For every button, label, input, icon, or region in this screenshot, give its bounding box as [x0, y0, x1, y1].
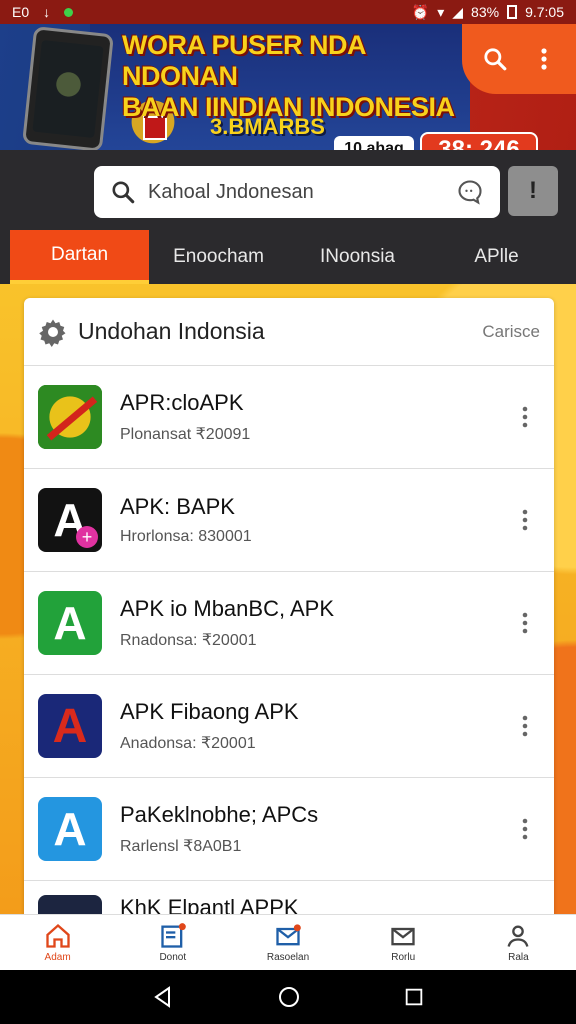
tab-inoonsia[interactable]: INoonsia [288, 230, 427, 284]
category-tabs: Dartan Enoocham INoonsia APlle [10, 230, 566, 284]
app-subtitle: Rnadonsa: ₹20001 [120, 632, 257, 649]
banner-brand: 3.BMARBS [210, 114, 325, 139]
nav-donot[interactable]: Donot [115, 915, 230, 970]
promo-banner[interactable]: WORA PUSER NDA NDONAN BAAN IINDIAN INDON… [0, 24, 576, 160]
nav-rorlu[interactable]: Rorlu [346, 915, 461, 970]
app-subtitle: Anadonsa: ₹20001 [120, 735, 256, 752]
search-bar[interactable] [94, 166, 500, 218]
status-left-text: E0 [12, 4, 30, 20]
overflow-menu-button[interactable] [524, 39, 564, 79]
more-options-button[interactable] [510, 714, 540, 738]
nav-label: Rasoelan [266, 952, 310, 963]
tab-label: APlle [474, 246, 519, 267]
tab-label: Enoocham [173, 246, 264, 267]
list-item[interactable]: APR:cloAPK Plonansat ₹20091 [24, 366, 554, 469]
more-options-button[interactable] [510, 817, 540, 841]
more-options-button[interactable] [510, 405, 540, 429]
more-options-button[interactable] [510, 611, 540, 635]
profile-icon [507, 925, 529, 947]
search-icon [112, 181, 135, 204]
app-subtitle: Hrorlonsa: 830001 [120, 528, 252, 545]
back-icon[interactable] [151, 985, 175, 1009]
more-vertical-icon [522, 406, 528, 428]
banner-title-line1: WORA PUSER NDA NDONAN [122, 30, 366, 91]
app-name: PaKeklnobhe; APCs [120, 802, 319, 827]
list-item[interactable]: A PaKeklnobhe; APCs Rarlensl ₹8A0B1 [24, 778, 554, 881]
app-name: APR:cloAPK [120, 390, 244, 415]
more-options-button[interactable] [510, 508, 540, 532]
section-gear-icon [39, 319, 66, 347]
app-subtitle: Plonansat ₹20091 [120, 426, 251, 443]
blue-a-icon: A [38, 797, 102, 861]
card-action-link[interactable]: Carisce [482, 322, 540, 342]
search-button[interactable] [475, 39, 515, 79]
card-title: Undohan Indonsia [78, 318, 265, 344]
search-icon [483, 48, 506, 71]
status-bar: E0 ↓ ⏰ ▾ ◢ 83% 9.7:05 [0, 0, 576, 24]
mail-icon [391, 927, 415, 946]
send-icon [276, 924, 301, 946]
notification-dot-icon [64, 7, 74, 17]
nav-label: Rorlu [391, 952, 416, 963]
nav-home[interactable]: Adam [0, 915, 115, 970]
red-a-icon: A [38, 694, 102, 758]
home-icon [45, 923, 70, 948]
header-actions [462, 24, 576, 94]
app-name: APK Fibaong APK [120, 699, 299, 724]
nav-label: Donot [159, 952, 187, 963]
phone-illustration [22, 26, 114, 152]
chat-bubble-icon[interactable] [456, 178, 484, 206]
wifi-icon: ▾ [437, 3, 445, 20]
tab-label: INoonsia [320, 246, 395, 267]
battery-percent: 83% [471, 4, 500, 20]
tab-enoocham[interactable]: Enoocham [149, 230, 288, 284]
tab-aplle[interactable]: APlle [427, 230, 566, 284]
arrow-down-icon: ↓ [43, 4, 51, 20]
app-name: APK io MbanBC, APK [120, 596, 334, 621]
tab-dartan[interactable]: Dartan [10, 230, 149, 284]
battery-icon [507, 5, 518, 19]
voice-button-label: ! [529, 177, 537, 204]
more-vertical-icon [522, 509, 528, 531]
nav-label: Adam [44, 952, 71, 963]
more-vertical-icon [540, 48, 547, 70]
tab-label: Dartan [50, 244, 109, 265]
more-vertical-icon [522, 612, 528, 634]
recents-icon[interactable] [403, 986, 425, 1008]
a-letter-icon: A + [38, 488, 102, 552]
system-navigation-bar [0, 970, 576, 1024]
app-list-card: Undohan Indonsia Carisce APR:cloAPK Plon… [24, 298, 554, 938]
mobile-legends-icon [38, 385, 102, 449]
list-item[interactable]: A + APK: BAPK Hrorlonsa: 830001 [24, 469, 554, 572]
home-circle-icon[interactable] [277, 985, 301, 1009]
alarm-icon: ⏰ [411, 3, 430, 20]
voice-button[interactable]: ! [508, 166, 558, 216]
news-icon [161, 923, 186, 948]
app-name: APK: BAPK [120, 494, 235, 519]
green-a-icon: A [38, 591, 102, 655]
bottom-navigation: Adam Donot Rasoelan Rorlu Rala [0, 914, 576, 970]
nav-label: Rala [508, 952, 529, 963]
nav-rasoelan[interactable]: Rasoelan [230, 915, 345, 970]
card-header: Undohan Indonsia Carisce [24, 298, 554, 366]
app-subtitle: Rarlensl ₹8A0B1 [120, 838, 242, 855]
search-input[interactable] [148, 180, 456, 204]
list-item[interactable]: A APK Fibaong APK Anadonsa: ₹20001 [24, 675, 554, 778]
signal-icon: ◢ [452, 3, 464, 20]
more-vertical-icon [522, 715, 528, 737]
more-vertical-icon [522, 818, 528, 840]
banner-title: WORA PUSER NDA NDONAN BAAN IINDIAN INDON… [122, 30, 472, 123]
list-item[interactable]: A APK io MbanBC, APK Rnadonsa: ₹20001 [24, 572, 554, 675]
nav-rala[interactable]: Rala [461, 915, 576, 970]
status-time: 9.7:05 [525, 4, 564, 20]
